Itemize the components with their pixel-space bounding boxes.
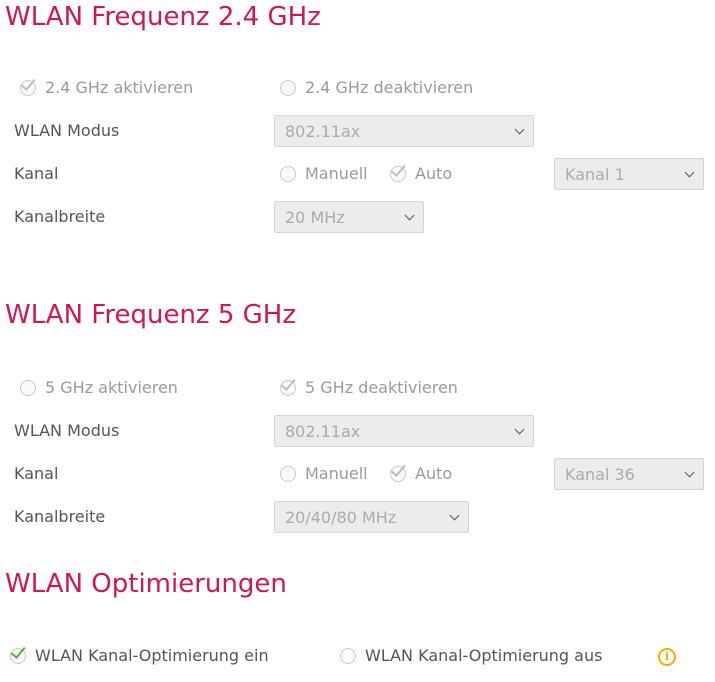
radio-24ghz-disable[interactable]: 2.4 GHz deaktivieren — [280, 78, 473, 97]
channel-width-select-5ghz[interactable]: 20/40/80 MHz — [274, 501, 469, 533]
radio-channel-optimization-on[interactable]: WLAN Kanal-Optimierung ein — [10, 646, 269, 665]
info-icon[interactable]: i — [658, 648, 676, 666]
chevron-down-icon — [514, 124, 525, 134]
chevron-down-icon — [449, 510, 460, 520]
chevron-down-icon — [514, 424, 525, 434]
select-value: 20/40/80 MHz — [285, 507, 397, 527]
section-title-5ghz: WLAN Frequenz 5 GHz — [5, 300, 296, 330]
radio-5ghz-channel-auto[interactable]: Auto — [390, 464, 452, 483]
channel-label: Kanal — [14, 164, 59, 183]
select-value: Kanal 36 — [565, 464, 635, 484]
radio-label: WLAN Kanal-Optimierung aus — [365, 646, 603, 665]
radio-label: 2.4 GHz deaktivieren — [305, 78, 474, 97]
wlan-mode-label: WLAN Modus — [14, 121, 120, 140]
channel-label: Kanal — [14, 464, 59, 483]
radio-empty-icon — [280, 165, 296, 182]
radio-channel-optimization-off[interactable]: WLAN Kanal-Optimierung aus — [340, 646, 602, 665]
radio-24ghz-channel-manual[interactable]: Manuell — [280, 164, 368, 183]
chevron-down-icon — [684, 467, 695, 477]
checkmark-radio-icon — [280, 379, 296, 396]
select-value: Kanal 1 — [565, 164, 625, 184]
radio-empty-icon — [340, 647, 356, 664]
select-value: 802.11ax — [285, 421, 361, 441]
chevron-down-icon — [684, 167, 695, 177]
radio-label: Auto — [415, 164, 453, 183]
wlan-mode-select-24ghz[interactable]: 802.11ax — [274, 115, 534, 147]
radio-24ghz-enable[interactable]: 2.4 GHz aktivieren — [20, 78, 193, 97]
radio-empty-icon — [280, 465, 296, 482]
radio-label: 5 GHz deaktivieren — [305, 378, 458, 397]
channel-width-select-24ghz[interactable]: 20 MHz — [274, 201, 424, 233]
select-value: 20 MHz — [285, 207, 345, 227]
checkmark-radio-icon — [390, 465, 406, 482]
radio-5ghz-disable[interactable]: 5 GHz deaktivieren — [280, 378, 458, 397]
section-title-24ghz: WLAN Frequenz 2.4 GHz — [5, 2, 321, 32]
radio-label: Manuell — [305, 164, 368, 183]
radio-label: Manuell — [305, 464, 368, 483]
radio-label: 5 GHz aktivieren — [45, 378, 178, 397]
section-title-optimizations: WLAN Optimierungen — [5, 569, 287, 599]
radio-empty-icon — [20, 379, 36, 396]
radio-empty-icon — [280, 79, 296, 96]
channel-width-label: Kanalbreite — [14, 207, 106, 226]
channel-width-label: Kanalbreite — [14, 507, 106, 526]
radio-5ghz-enable[interactable]: 5 GHz aktivieren — [20, 378, 178, 397]
radio-label: WLAN Kanal-Optimierung ein — [35, 646, 269, 665]
channel-select-5ghz[interactable]: Kanal 36 — [554, 458, 704, 490]
checkmark-radio-icon — [10, 647, 26, 664]
channel-select-24ghz[interactable]: Kanal 1 — [554, 158, 704, 190]
wlan-mode-label: WLAN Modus — [14, 421, 120, 440]
wlan-mode-select-5ghz[interactable]: 802.11ax — [274, 415, 534, 447]
checkmark-radio-icon — [20, 79, 36, 96]
radio-24ghz-channel-auto[interactable]: Auto — [390, 164, 452, 183]
chevron-down-icon — [404, 210, 415, 220]
radio-label: 2.4 GHz aktivieren — [45, 78, 194, 97]
select-value: 802.11ax — [285, 121, 361, 141]
radio-5ghz-channel-manual[interactable]: Manuell — [280, 464, 368, 483]
radio-label: Auto — [415, 464, 453, 483]
checkmark-radio-icon — [390, 165, 406, 182]
